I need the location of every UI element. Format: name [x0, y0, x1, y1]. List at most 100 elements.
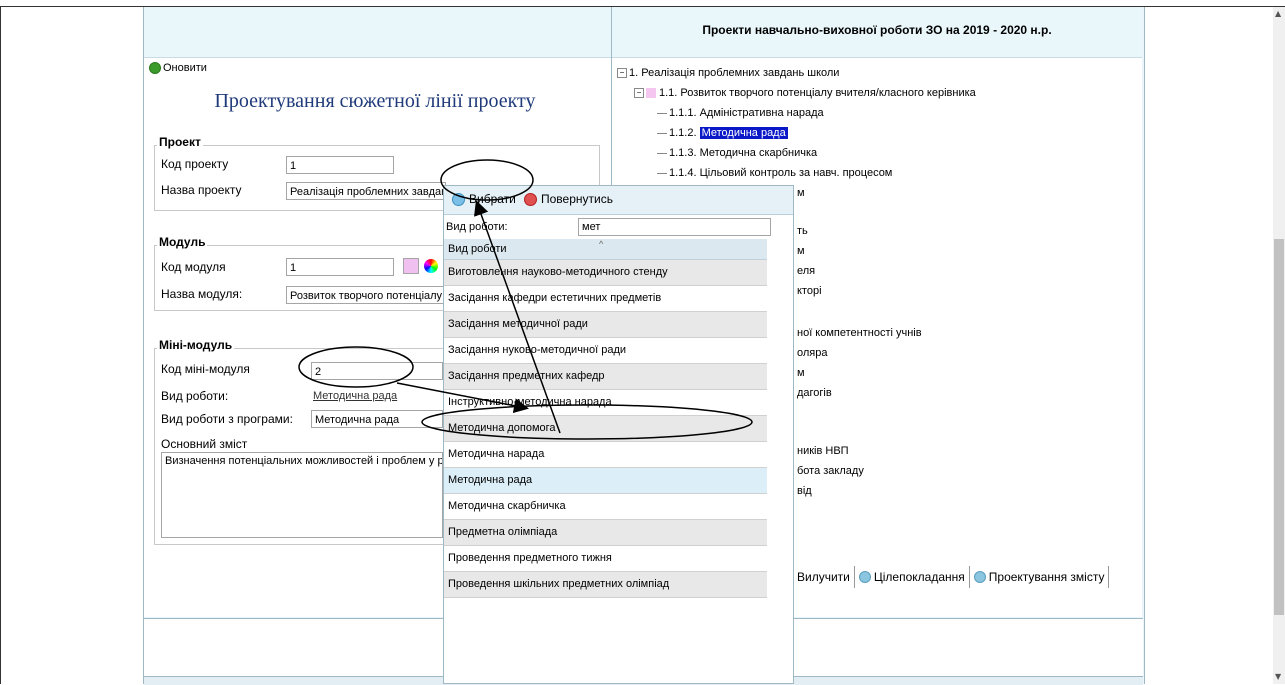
select-label: Вибрати [469, 192, 516, 206]
minimodule-code-input[interactable]: 2 [311, 362, 443, 380]
tree-node-1-1-2[interactable]: 1.1.2. Методична рада [657, 127, 788, 139]
tree-node-1-1-4[interactable]: 1.1.4. Цільовий контроль за навч. процес… [657, 167, 892, 179]
content-textarea[interactable]: Визначення потенціальних можливостей і п… [161, 452, 443, 538]
tree-node-label: 1.1.3. Методична скарбничка [669, 147, 818, 159]
select-icon [452, 192, 465, 206]
list-item[interactable]: Предметна олімпіада [444, 520, 767, 546]
form-title: Проектування сюжетної лінії проекту [214, 90, 536, 112]
column-header-label: Вид роботи [448, 243, 507, 255]
list-item[interactable]: Засідання кафедри естетичних предметів [444, 286, 767, 312]
refresh-button[interactable]: Оновити [149, 62, 207, 74]
project-code-label: Код проекту [161, 157, 229, 171]
module-code-label: Код модуля [161, 260, 226, 274]
list-column-header[interactable]: Вид роботи ^ [444, 239, 767, 260]
back-button[interactable]: Повернутись [524, 192, 613, 206]
tree-node-partial[interactable]: ників НВП [797, 445, 849, 457]
back-icon [524, 192, 537, 206]
right-header: Проекти навчально-виховної роботи ЗО на … [612, 7, 1142, 58]
tree-node-label: 1.1.1. Адміністративна нарада [669, 107, 824, 119]
tree-node-partial[interactable]: м [797, 367, 805, 379]
search-input[interactable]: мет [578, 218, 771, 236]
color-picker-icon[interactable] [424, 259, 438, 273]
tab-goals[interactable]: Цілепокладання [855, 566, 970, 588]
project-legend: Проект [157, 135, 203, 149]
work-type-label: Вид роботи: [161, 389, 229, 403]
tree-node-1-1-3[interactable]: 1.1.3. Методична скарбничка [657, 147, 817, 159]
list-item[interactable]: Проведення предметного тижня [444, 546, 767, 572]
project-code-input[interactable]: 1 [286, 156, 394, 174]
design-icon [973, 571, 986, 583]
module-code-input[interactable]: 1 [286, 258, 394, 276]
list-item[interactable]: Методична скарбничка [444, 494, 767, 520]
scroll-up-icon[interactable]: ▲ [1275, 9, 1281, 18]
work-type-popup: Вибрати Повернутись Вид роботи: мет Вид … [443, 185, 794, 684]
list-item[interactable]: Методична допомога [444, 416, 767, 442]
sort-arrow-icon: ^ [599, 239, 604, 249]
tree-node-partial[interactable]: ної компетентності учнів [797, 327, 922, 339]
list-item[interactable]: Засідання предметних кафедр [444, 364, 767, 390]
module-legend: Модуль [157, 235, 208, 249]
program-work-type-label: Вид роботи з програми: [161, 412, 293, 426]
tree-node-selected-text: Методична рада [699, 127, 788, 139]
popup-toolbar: Вибрати Повернутись [444, 186, 793, 215]
tab-label: Вилучити [797, 570, 850, 584]
tree-node-label: 1.1.4. Цільовий контроль за навч. процес… [669, 167, 893, 179]
module-name-input[interactable]: Розвиток творчого потенціалу [286, 286, 446, 304]
minimodule-legend: Міні-модуль [157, 338, 235, 352]
bottom-tabs: Вилучити Цілепокладання Проектування змі… [793, 565, 1110, 589]
list-item[interactable]: Засідання нуково-методичної ради [444, 338, 767, 364]
select-button[interactable]: Вибрати [452, 192, 516, 206]
list-item-selected[interactable]: Методична рада [444, 468, 767, 494]
tree-connector [657, 172, 667, 174]
list-item[interactable]: Проведення шкільних предметних олімпіад [444, 572, 767, 598]
minimodule-code-label: Код міні-модуля [161, 362, 250, 376]
tree-node-1-1-1[interactable]: 1.1.1. Адміністративна нарада [657, 107, 824, 119]
tree-node-partial[interactable]: дагогів [797, 387, 832, 399]
list-item[interactable]: Виготовлення науково-методичного стенду [444, 260, 767, 286]
program-work-type-select[interactable]: Методична рада [311, 410, 443, 428]
refresh-label: Оновити [163, 62, 207, 74]
tab-content-design[interactable]: Проектування змісту [970, 566, 1110, 588]
tree-node-partial[interactable]: м [797, 245, 805, 257]
tree-node-partial[interactable]: кторі [797, 285, 822, 297]
work-type-list: Вид роботи ^ Виготовлення науково-методи… [444, 239, 767, 598]
search-label: Вид роботи: [446, 221, 508, 233]
folder-icon [646, 88, 656, 99]
tab-label: Цілепокладання [873, 570, 965, 584]
tree-connector [657, 152, 667, 154]
tree-connector [657, 132, 667, 134]
work-type-link[interactable]: Методична рада [313, 390, 397, 402]
content-label: Основний зміст [161, 437, 248, 451]
tab-exclude[interactable]: Вилучити [793, 566, 855, 588]
back-label: Повернутись [541, 192, 613, 206]
tree-node-1[interactable]: −1. Реалізація проблемних завдань школи [617, 67, 839, 79]
tree-node-partial[interactable]: бота закладу [797, 465, 864, 477]
tree-node-partial[interactable]: від [797, 485, 812, 497]
list-item[interactable]: Засідання методичної ради [444, 312, 767, 338]
list-item[interactable]: Інструктивно-методична нарада [444, 390, 767, 416]
tree-node-label: 1. Реалізація проблемних завдань школи [629, 67, 840, 79]
scroll-thumb[interactable] [1274, 239, 1284, 615]
tree-node-label-selected: 1.1.2. Методична рада [669, 127, 788, 139]
collapse-icon[interactable]: − [617, 68, 627, 79]
tab-label: Проектування змісту [988, 570, 1105, 584]
tree-node-partial[interactable]: ть [797, 225, 808, 237]
goals-icon [858, 571, 871, 583]
tree-node-label: 1.1. Розвиток творчого потенціалу вчител… [659, 87, 976, 99]
module-name-label: Назва модуля: [161, 287, 243, 301]
module-color-swatch[interactable] [403, 258, 419, 274]
tree-connector [657, 112, 667, 114]
tree-node-partial[interactable]: оляра [797, 347, 828, 359]
tree-node-partial[interactable]: м [797, 187, 805, 199]
collapse-icon[interactable]: − [634, 88, 644, 99]
tree-node-partial[interactable]: еля [797, 265, 815, 277]
project-name-label: Назва проекту [161, 183, 242, 197]
scroll-down-icon[interactable]: ▼ [1275, 672, 1281, 681]
window-left-border [0, 6, 1, 684]
list-item[interactable]: Методична нарада [444, 442, 767, 468]
projects-title: Проекти навчально-виховної роботи ЗО на … [702, 23, 1052, 37]
left-header [144, 7, 611, 58]
tree-node-1-1[interactable]: − 1.1. Розвиток творчого потенціалу вчите… [634, 87, 976, 99]
page-scrollbar[interactable]: ▲ ▼ [1273, 7, 1285, 684]
project-name-input[interactable]: Реалізація проблемних завдань [286, 182, 446, 200]
